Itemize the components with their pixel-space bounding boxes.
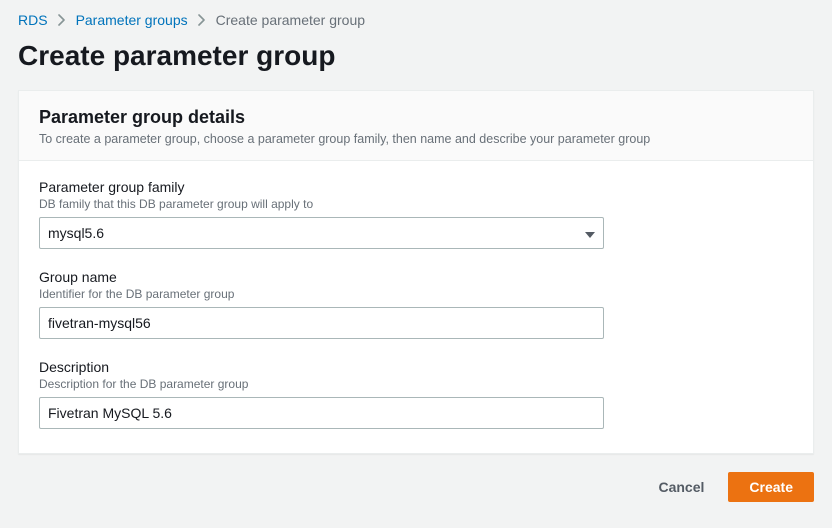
cancel-button[interactable]: Cancel [654, 473, 708, 501]
field-help: Identifier for the DB parameter group [39, 287, 793, 301]
breadcrumb: RDS Parameter groups Create parameter gr… [0, 0, 832, 34]
field-description: Description Description for the DB param… [39, 359, 793, 429]
create-button[interactable]: Create [728, 472, 814, 502]
parameter-group-details-panel: Parameter group details To create a para… [18, 90, 814, 454]
description-input[interactable] [39, 397, 604, 429]
chevron-right-icon [198, 14, 206, 26]
panel-subtitle: To create a parameter group, choose a pa… [39, 132, 793, 146]
panel-body: Parameter group family DB family that th… [19, 161, 813, 453]
field-help: Description for the DB parameter group [39, 377, 793, 391]
breadcrumb-current: Create parameter group [216, 12, 365, 28]
caret-down-icon [585, 225, 595, 241]
group-name-input[interactable] [39, 307, 604, 339]
chevron-right-icon [58, 14, 66, 26]
select-value: mysql5.6 [48, 225, 104, 241]
field-label: Group name [39, 269, 793, 285]
breadcrumb-parent[interactable]: Parameter groups [76, 12, 188, 28]
field-help: DB family that this DB parameter group w… [39, 197, 793, 211]
panel-heading: Parameter group details [39, 107, 793, 128]
form-actions: Cancel Create [0, 454, 832, 502]
page-title: Create parameter group [0, 34, 832, 90]
field-label: Description [39, 359, 793, 375]
field-group-name: Group name Identifier for the DB paramet… [39, 269, 793, 339]
panel-header: Parameter group details To create a para… [19, 91, 813, 161]
breadcrumb-root[interactable]: RDS [18, 12, 48, 28]
field-label: Parameter group family [39, 179, 793, 195]
parameter-group-family-select[interactable]: mysql5.6 [39, 217, 604, 249]
field-parameter-group-family: Parameter group family DB family that th… [39, 179, 793, 249]
